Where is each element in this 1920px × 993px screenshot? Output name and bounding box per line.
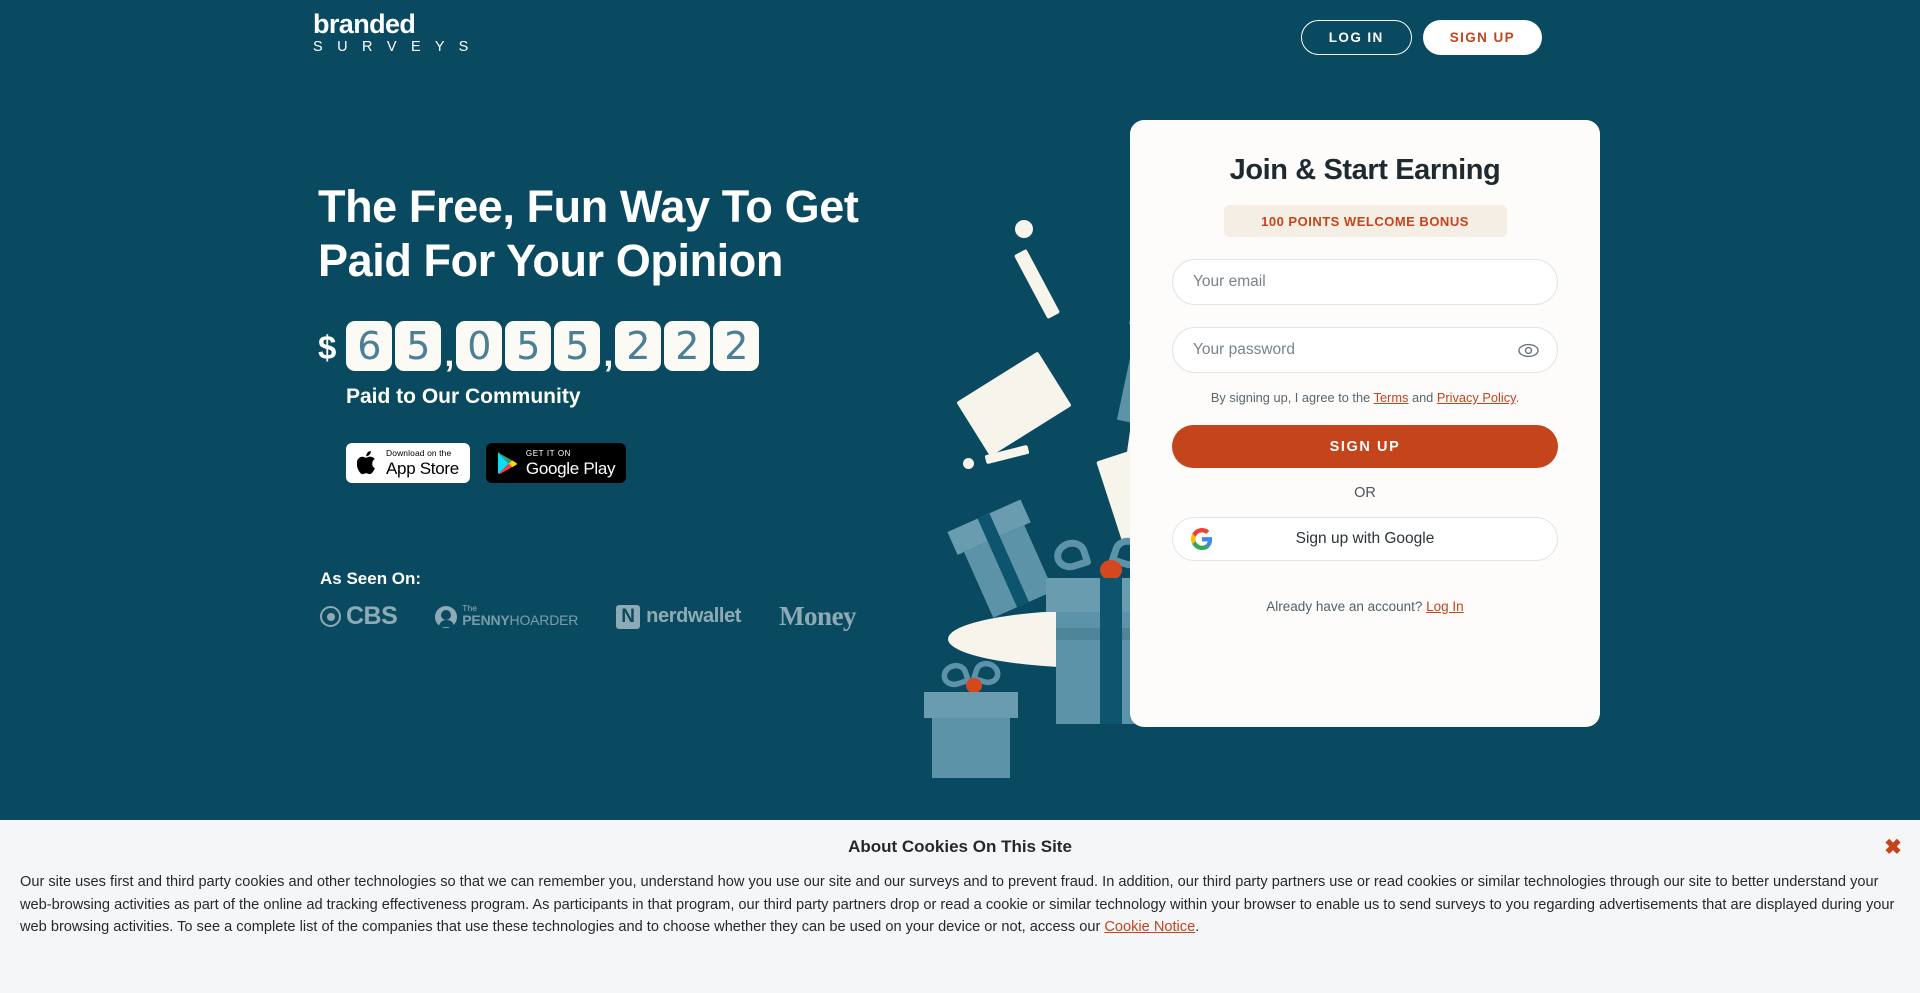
- google-play-badge[interactable]: GET IT ON Google Play: [485, 443, 627, 484]
- google-play-icon: [497, 452, 517, 475]
- cookie-banner-text: Our site uses first and third party cook…: [20, 874, 1895, 936]
- email-field-wrapper[interactable]: [1172, 259, 1558, 305]
- press-logo-nerdwallet: N nerdwallet: [616, 604, 742, 629]
- page-title: The Free, Fun Way To Get Paid For Your O…: [318, 181, 859, 286]
- legal-consent-text: By signing up, I agree to the Terms and …: [1172, 390, 1558, 405]
- google-play-badge-text: GET IT ON Google Play: [525, 448, 616, 478]
- counter-caption: Paid to Our Community: [346, 385, 581, 409]
- logo-wordmark-top: branded: [313, 9, 416, 39]
- google-icon: [1191, 528, 1213, 550]
- brand-logo[interactable]: branded S U R V E Y S: [313, 11, 474, 55]
- welcome-bonus-badge: 100 POINTS WELCOME BONUS: [1223, 205, 1507, 237]
- cookie-banner-body: Our site uses first and third party cook…: [20, 871, 1900, 939]
- hero-left-column: The Free, Fun Way To Get Paid For Your O…: [318, 180, 958, 632]
- penny-hoarder-label: The PENNYHOARDER: [462, 604, 578, 629]
- signup-submit-button[interactable]: SIGN UP: [1172, 425, 1558, 468]
- floating-card: [956, 351, 1072, 457]
- press-logos: CBS The PENNYHOARDER N nerdwallet Money: [320, 601, 958, 632]
- existing-account-text: Already have an account?: [1266, 599, 1427, 614]
- press-logo-penny-hoarder: The PENNYHOARDER: [435, 604, 578, 629]
- confetti-dot: [963, 458, 974, 469]
- legal-prefix: By signing up, I agree to the: [1210, 390, 1374, 405]
- legal-suffix: .: [1515, 390, 1520, 405]
- press-logo-money: Money: [779, 601, 856, 632]
- cookie-notice-link[interactable]: Cookie Notice: [1104, 919, 1195, 935]
- app-store-badge[interactable]: Download on the App Store: [346, 443, 470, 484]
- counter-digit: 0: [456, 321, 503, 372]
- gift-lid: [924, 692, 1018, 718]
- counter-digit: 6: [346, 321, 393, 372]
- counter-digit: 2: [615, 321, 662, 372]
- login-button[interactable]: LOG IN: [1300, 20, 1412, 55]
- app-store-small-text: Download on the: [386, 448, 452, 459]
- counter-separator: ,: [444, 333, 455, 375]
- penny-hoarder-person-icon: [435, 605, 458, 628]
- cookie-banner-title: About Cookies On This Site: [848, 837, 1072, 856]
- close-icon[interactable]: ✖: [1880, 834, 1906, 860]
- google-play-small-text: GET IT ON: [525, 448, 572, 458]
- counter-separator: ,: [603, 333, 614, 375]
- signup-card-title: Join & Start Earning: [1229, 154, 1501, 186]
- toggle-password-visibility-icon[interactable]: [1517, 339, 1539, 361]
- cookie-banner: About Cookies On This Site Our site uses…: [0, 820, 1920, 993]
- app-store-badge-text: Download on the App Store: [386, 449, 459, 477]
- email-input[interactable]: [1193, 273, 1537, 291]
- signup-card: Join & Start Earning 100 POINTS WELCOME …: [1130, 120, 1600, 727]
- login-link[interactable]: Log In: [1426, 599, 1464, 614]
- counter-digit: 5: [554, 321, 601, 372]
- counter-digit: 5: [395, 321, 442, 372]
- password-input[interactable]: [1193, 341, 1537, 359]
- app-store-big-text: App Store: [386, 458, 459, 478]
- terms-link[interactable]: Terms: [1374, 390, 1409, 405]
- cookie-banner-text-end: .: [1195, 919, 1200, 936]
- gift-bow-left: [1050, 535, 1092, 575]
- counter-digit: 5: [505, 321, 552, 372]
- or-divider-label: OR: [1354, 485, 1376, 501]
- cbs-eye-icon: [320, 606, 341, 628]
- counter-digit: 2: [664, 321, 711, 372]
- press-logo-cbs: CBS: [320, 602, 398, 631]
- penny-hoarder-penny: PENNY: [462, 611, 510, 628]
- google-signup-button[interactable]: Sign up with Google: [1172, 517, 1558, 561]
- gift-knot: [1100, 560, 1122, 580]
- counter-digit: 2: [713, 321, 760, 372]
- password-field-wrapper[interactable]: [1172, 327, 1558, 373]
- gift-knot: [966, 678, 982, 693]
- confetti-streak: [1013, 248, 1061, 320]
- google-play-big-text: Google Play: [525, 458, 616, 478]
- site-header: branded S U R V E Y S LOG IN SIGN UP: [0, 0, 1920, 72]
- as-seen-on-section: As Seen On: CBS The PENNYHOARDER N nerdw…: [320, 569, 958, 632]
- nerdwallet-label: nerdwallet: [646, 605, 742, 628]
- money-label: Money: [779, 601, 857, 632]
- signup-button-header[interactable]: SIGN UP: [1422, 20, 1542, 55]
- nerdwallet-mark-icon: N: [616, 604, 641, 629]
- as-seen-on-title: As Seen On:: [320, 569, 422, 589]
- apple-icon: [357, 451, 375, 475]
- penny-hoarder-hoarder: HOARDER: [509, 611, 579, 628]
- app-store-badges: Download on the App Store GET IT ON Goog…: [346, 443, 958, 484]
- google-signup-label: Sign up with Google: [1295, 530, 1435, 547]
- hero-section: branded S U R V E Y S LOG IN SIGN UP The…: [0, 0, 1920, 820]
- confetti-dot: [1015, 220, 1033, 238]
- gift-ribbon: [1100, 578, 1122, 724]
- cbs-label: CBS: [346, 602, 398, 631]
- existing-account-prompt: Already have an account? Log In: [1172, 599, 1558, 614]
- legal-conjunction: and: [1408, 390, 1437, 405]
- header-actions: LOG IN SIGN UP: [1300, 20, 1542, 55]
- currency-symbol: $: [318, 329, 337, 367]
- privacy-policy-link[interactable]: Privacy Policy: [1437, 390, 1516, 405]
- gift-body: [932, 718, 1010, 778]
- logo-wordmark-bottom: S U R V E Y S: [313, 39, 474, 55]
- earnings-counter: $ 6 5 , 0 5 5 , 2 2 2: [318, 321, 958, 374]
